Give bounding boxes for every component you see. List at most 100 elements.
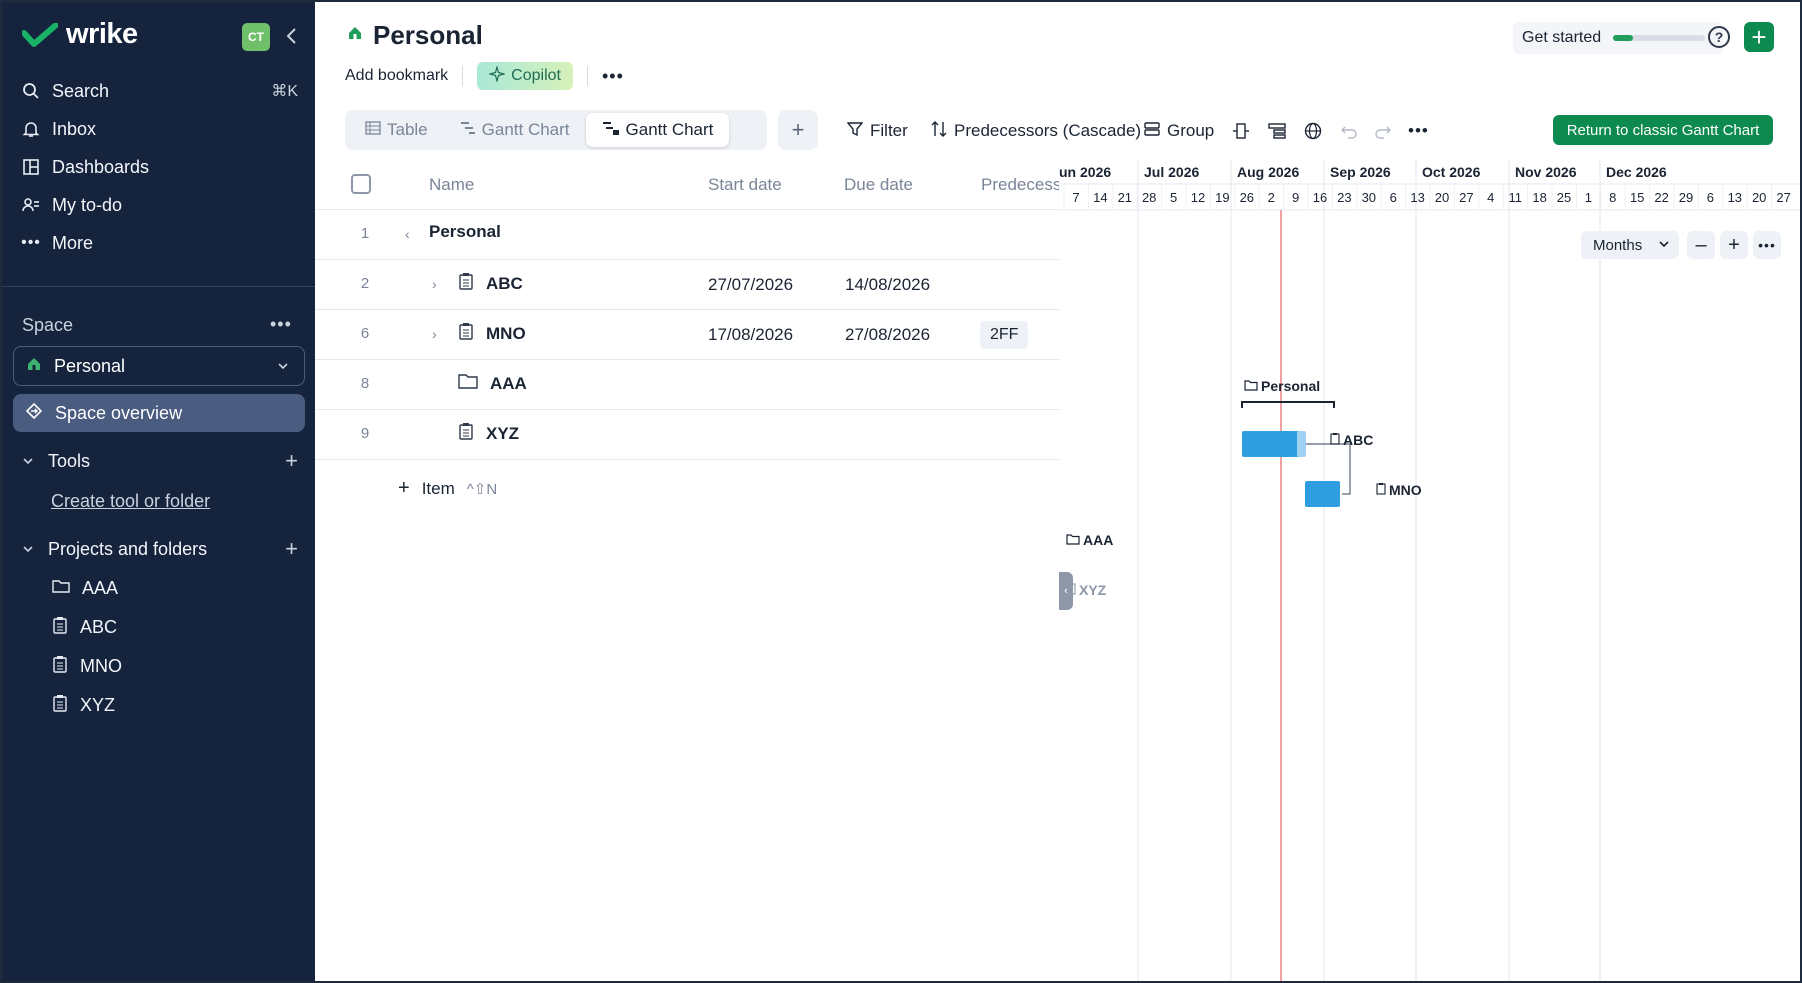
gantt-day-label: 27 [1776,190,1791,205]
filter-button[interactable]: Filter [846,118,908,144]
view-tabs: Table Gantt Chart Gantt Chart [345,110,767,150]
column-header-start-date[interactable]: Start date [708,175,782,195]
add-item-button[interactable]: + Item ^⇧N [398,477,497,500]
row-name[interactable]: Personal [429,222,501,242]
gantt-more-icon[interactable]: ••• [1753,231,1781,259]
summary-bracket-personal[interactable] [1241,401,1335,408]
nav-inbox-label: Inbox [52,118,97,139]
gantt-label-text: ABC [1343,432,1374,448]
folder-icon [52,578,70,599]
chevron-down-icon [1658,237,1670,254]
predecessors-button[interactable]: Predecessors (Cascade) [931,118,1141,144]
plus-icon: + [398,477,410,499]
tools-label: Tools [48,450,91,471]
chevron-left-icon[interactable]: ‹ [405,226,410,242]
space-overview-item[interactable]: Space overview [13,394,305,432]
avatar[interactable]: CT [242,23,270,51]
project-icon [458,322,474,345]
gantt-bar-mno[interactable] [1305,481,1340,507]
timescale-select[interactable]: Months [1581,231,1679,259]
nav-search[interactable]: Search ⌘K [22,76,298,106]
due-date-cell[interactable]: 27/08/2026 [845,325,930,345]
tab-gantt-chart[interactable]: Gantt Chart [444,113,586,147]
row-number: 8 [360,375,370,392]
tree-item-abc[interactable]: ABC [52,613,117,641]
gantt-day-label: 27 [1459,190,1474,205]
tree-item-mno[interactable]: MNO [52,652,122,680]
row-name[interactable]: ABC [458,272,523,295]
help-icon[interactable]: ? [1708,26,1730,48]
zoom-in-button[interactable]: + [1720,231,1748,259]
chevron-right-icon[interactable]: › [432,326,437,342]
space-more-icon[interactable]: ••• [270,314,292,335]
row-name[interactable]: AAA [458,372,527,395]
due-date-cell[interactable]: 14/08/2026 [845,275,930,295]
gantt-label-abc[interactable]: ABC [1330,432,1373,448]
add-project-icon[interactable]: + [285,536,298,562]
column-settings-icon[interactable] [1232,118,1250,144]
chevron-right-icon[interactable]: › [432,276,437,292]
projects-section[interactable]: Projects and folders + [22,534,298,564]
select-all-checkbox[interactable] [351,174,371,194]
table-row[interactable]: 1 ‹ Personal [315,210,1059,260]
add-tool-icon[interactable]: + [285,448,298,474]
collapse-sidebar-icon[interactable] [282,24,302,48]
gantt-day-label: 5 [1169,190,1178,205]
gantt-month-label: Sep 2026 [1330,164,1391,180]
tree-item-xyz[interactable]: XYZ [52,691,115,719]
tab-gantt-chart-active[interactable]: Gantt Chart [585,113,730,147]
gantt-icon [460,120,476,141]
nav-more-label: More [52,232,94,253]
gantt-day-label: 6 [1389,190,1397,205]
gantt-bar-abc-handle[interactable] [1297,431,1306,457]
globe-icon[interactable] [1304,118,1322,144]
header-actions: Add bookmark Copilot ••• [345,62,624,90]
table-row[interactable]: 2 › ABC 27/07/2026 14/08/2026 [315,260,1059,310]
toolbar-more-icon[interactable]: ••• [1408,118,1429,144]
row-name[interactable]: XYZ [458,422,519,445]
hierarchy-icon[interactable] [1268,118,1286,144]
nav-more[interactable]: ••• More [21,228,298,258]
table-row[interactable]: 9 XYZ [315,410,1059,460]
return-classic-gantt-button[interactable]: Return to classic Gantt Chart [1553,115,1773,145]
table-row[interactable]: 8 AAA [315,360,1059,410]
redo-icon[interactable] [1374,118,1392,144]
nav-inbox[interactable]: Inbox [22,114,298,144]
brand-logo[interactable]: wrike [22,18,138,51]
zoom-out-button[interactable]: – [1687,231,1715,259]
column-header-name[interactable]: Name [429,175,474,195]
create-tool-link[interactable]: Create tool or folder [51,491,210,512]
gantt-label-aaa[interactable]: AAA [1066,532,1113,548]
space-selector[interactable]: Personal [13,346,305,386]
collapse-panel-handle[interactable]: ‹ [1059,572,1073,610]
more-options-icon[interactable]: ••• [602,66,624,87]
main-area: Personal Add bookmark Copilot ••• Get st… [315,2,1800,981]
tab-table[interactable]: Table [349,113,444,147]
gantt-label-text: XYZ [1079,582,1107,598]
predecessor-badge[interactable]: 2FF [980,321,1029,349]
tree-item-aaa[interactable]: AAA [52,574,118,602]
gantt-label-mno[interactable]: MNO [1376,482,1422,498]
column-header-due-date[interactable]: Due date [844,175,913,195]
copilot-button[interactable]: Copilot [477,62,573,90]
add-view-button[interactable]: + [778,110,818,150]
start-date-cell[interactable]: 17/08/2026 [708,325,793,345]
get-started-widget[interactable]: Get started [1513,22,1723,54]
gantt-label-personal[interactable]: Personal [1244,378,1320,394]
create-new-button[interactable]: + [1744,22,1774,52]
column-header-predecessors[interactable]: Predecess [981,175,1059,195]
chevron-down-icon [22,539,34,560]
filter-label: Filter [870,121,908,140]
nav-dashboards[interactable]: Dashboards [22,152,298,182]
row-name[interactable]: MNO [458,322,526,345]
gantt-bar-abc[interactable] [1242,431,1304,457]
add-bookmark-button[interactable]: Add bookmark [345,67,448,85]
nav-my-todo[interactable]: My to-do [22,190,298,220]
tools-section[interactable]: Tools + [22,446,298,476]
progress-fill [1613,35,1634,41]
table-row[interactable]: 6 › MNO 17/08/2026 27/08/2026 2FF [315,310,1059,360]
gantt-chart[interactable]: un 2026 Jul 2026 Aug 2026 Sep 2026 Oct 2026 N… [1059,160,1800,981]
group-button[interactable]: Group [1144,118,1214,144]
undo-icon[interactable] [1340,118,1358,144]
start-date-cell[interactable]: 27/07/2026 [708,275,793,295]
